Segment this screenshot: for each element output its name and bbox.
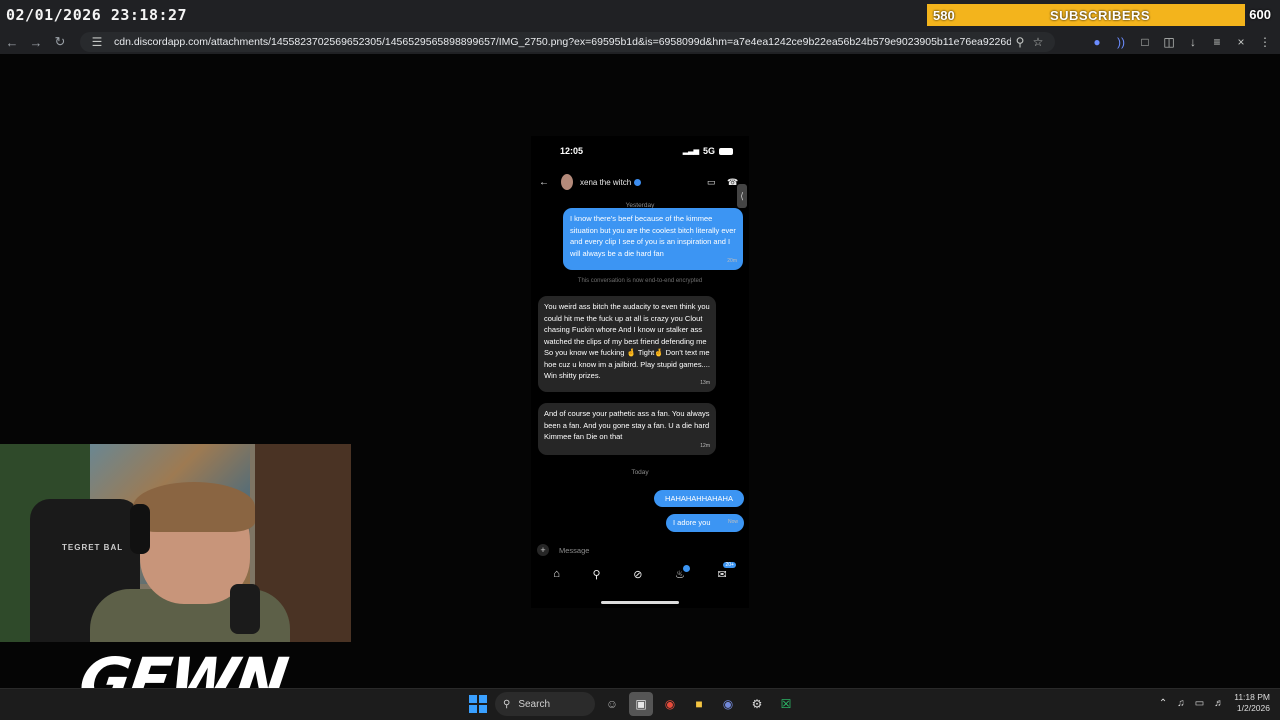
tray-time: 11:18 PM xyxy=(1234,692,1270,702)
inbox-badge: 20+ xyxy=(723,562,736,568)
back-icon[interactable]: ← xyxy=(0,31,24,53)
menu-kebab-icon[interactable]: ⋮ xyxy=(1256,32,1274,52)
message-text: I know there's beef because of the kimme… xyxy=(570,214,736,258)
contact-name: xena the witch xyxy=(580,177,632,187)
screen: 02/01/2026 23:18:27 580 SUBSCRIBERS 600 … xyxy=(0,0,1280,720)
verified-badge-icon xyxy=(634,178,642,186)
app-icon[interactable]: ⚙ xyxy=(745,692,769,716)
video-call-icon: ▭ xyxy=(707,176,716,187)
webcam-feed: TEGRET BAL xyxy=(0,444,351,642)
message-text: I adore you xyxy=(673,518,711,527)
search-icon: ⚲ xyxy=(592,569,601,581)
battery-icon xyxy=(719,147,733,155)
microphone-icon[interactable]: ♫ xyxy=(1177,698,1185,709)
chevron-up-icon[interactable]: ⌃ xyxy=(1159,698,1167,709)
phone-screenshot: 12:05 ▂▃▅ 5G ← xena the witch ▭ ☎ ⟨ Yest… xyxy=(531,136,749,608)
search-label: Search xyxy=(518,698,551,710)
streamer-hair xyxy=(133,482,255,532)
phone-tab-bar: ⌂ ⚲ ⊘ ♨ ✉ 20+ xyxy=(531,562,749,581)
subscriber-goal: 600 xyxy=(1245,4,1275,26)
audio-icon[interactable]: )) xyxy=(1112,32,1130,52)
message-text: And of course your pathetic ass a fan. Y… xyxy=(544,409,710,441)
message-placeholder: Message xyxy=(559,545,590,555)
add-attachment-icon: + xyxy=(537,544,549,556)
extensions-puzzle-icon[interactable]: □ xyxy=(1136,32,1154,52)
notifications-bell-icon: ♨ xyxy=(675,565,690,581)
zoom-icon[interactable]: ⚲ xyxy=(1011,32,1029,52)
address-bar[interactable]: ☰ cdn.discordapp.com/attachments/1455823… xyxy=(80,32,1055,52)
taskbar-center: ⚲ Search ☺ ▣ ◉ ■ ◉ ⚙ ☒ xyxy=(466,692,798,716)
home-indicator xyxy=(601,601,679,604)
subscriber-label: SUBSCRIBERS xyxy=(1049,7,1151,23)
sidebar-icon[interactable]: ◫ xyxy=(1160,32,1178,52)
phone-signal-group: ▂▃▅ 5G xyxy=(683,146,733,156)
chair-logo: TEGRET BAL xyxy=(62,543,124,552)
message-bubble-in: And of course your pathetic ass a fan. Y… xyxy=(538,403,716,455)
chat-back-icon: ← xyxy=(539,176,549,188)
message-time: Now xyxy=(727,518,738,525)
download-icon[interactable]: ↓ xyxy=(1184,32,1202,52)
subscriber-goal-bar: 580 SUBSCRIBERS 600 xyxy=(927,4,1275,26)
microphone xyxy=(230,584,260,634)
message-bubble-in: You weird ass bitch the audacity to even… xyxy=(538,296,716,392)
grok-icon: ⊘ xyxy=(633,569,643,581)
chrome-icon[interactable]: ◉ xyxy=(658,692,682,716)
chat-header: ← xena the witch ▭ ☎ xyxy=(531,172,749,192)
message-time: 12m xyxy=(700,442,710,449)
tray-clock[interactable]: 11:18 PM 1/2/2026 xyxy=(1234,692,1270,714)
bookmark-star-icon[interactable]: ☆ xyxy=(1029,32,1047,52)
encryption-note: This conversation is now end-to-end encr… xyxy=(577,278,703,284)
message-bubble-out: HAHAHAHHAHAHA xyxy=(654,490,744,507)
message-time: 13m xyxy=(700,379,710,386)
message-composer: + Message xyxy=(537,542,743,558)
subscriber-current: 580 xyxy=(933,7,955,23)
search-icon: ⚲ xyxy=(503,698,511,710)
media-controls-icon[interactable]: ≡ xyxy=(1208,32,1226,52)
message-time: 20m xyxy=(727,257,737,264)
widgets-icon[interactable]: ☺ xyxy=(600,692,624,716)
network-type: 5G xyxy=(702,146,715,156)
tray-date: 1/2/2026 xyxy=(1236,703,1270,713)
phone-time: 12:05 xyxy=(560,146,584,156)
stream-clock: 02/01/2026 23:18:27 xyxy=(6,6,188,24)
windows-taskbar: ⚲ Search ☺ ▣ ◉ ■ ◉ ⚙ ☒ ⌃ ♫ ▭ ♬ 11:18 PM … xyxy=(0,688,1280,720)
message-bubble-out: I adore you Now xyxy=(666,514,744,532)
taskbar-search[interactable]: ⚲ Search xyxy=(495,692,595,716)
message-bubble-out: I know there's beef because of the kimme… xyxy=(563,208,743,270)
day-divider-today: Today xyxy=(631,469,649,476)
phone-status-bar: 12:05 ▂▃▅ 5G xyxy=(531,146,749,156)
excel-icon[interactable]: ☒ xyxy=(774,692,798,716)
folder-icon[interactable]: ■ xyxy=(687,692,711,716)
profile-avatar-icon[interactable]: × xyxy=(1232,32,1250,52)
forward-icon[interactable]: → xyxy=(24,31,48,53)
messages-mail-icon: ✉ 20+ xyxy=(717,562,736,581)
reload-icon[interactable]: ↻ xyxy=(48,31,72,53)
browser-extension-icons: ● )) □ ◫ ↓ ≡ × ⋮ xyxy=(1088,32,1274,52)
site-info-icon[interactable]: ☰ xyxy=(88,32,106,52)
volume-icon[interactable]: ♬ xyxy=(1214,698,1224,709)
discord-icon[interactable]: ◉ xyxy=(716,692,740,716)
signal-icon: ▂▃▅ xyxy=(682,148,699,155)
system-tray: ⌃ ♫ ▭ ♬ 11:18 PM 1/2/2026 xyxy=(1159,692,1270,714)
headset xyxy=(130,504,150,554)
url-text[interactable]: cdn.discordapp.com/attachments/145582370… xyxy=(114,36,1011,48)
extension-icon[interactable]: ● xyxy=(1088,32,1106,52)
start-button-icon[interactable] xyxy=(466,692,490,716)
contact-avatar xyxy=(561,174,573,190)
display-icon[interactable]: ▭ xyxy=(1195,698,1204,709)
message-text: You weird ass bitch the audacity to even… xyxy=(544,302,710,380)
home-icon: ⌂ xyxy=(553,568,560,580)
file-explorer-window-icon[interactable]: ▣ xyxy=(629,692,653,716)
message-text: HAHAHAHHAHAHA xyxy=(665,494,733,503)
